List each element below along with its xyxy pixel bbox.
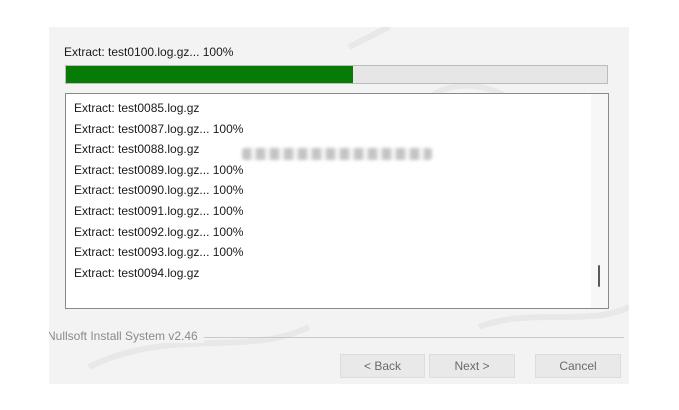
log-line: Extract: test0085.log.gz	[74, 101, 200, 115]
log-line: Extract: test0089.log.gz... 100%	[74, 162, 244, 177]
log-line: Extract: test0094.log.gz	[74, 265, 200, 280]
installer-window: mlengineer Extract: test0100.log.gz... 1…	[49, 27, 629, 384]
redacted-overlay	[242, 148, 432, 160]
back-button[interactable]: < Back	[340, 354, 425, 378]
log-line: Extract: test0092.log.gz... 100%	[74, 224, 244, 239]
current-status-text: Extract: test0100.log.gz... 100%	[64, 45, 234, 59]
scrollbar-thumb[interactable]	[598, 265, 600, 287]
extraction-progress-bar	[65, 65, 608, 84]
log-line: Extract: test0087.log.gz... 100%	[74, 121, 244, 136]
next-button[interactable]: Next >	[429, 354, 515, 378]
cancel-button[interactable]: Cancel	[535, 354, 621, 378]
progress-bar-fill	[66, 66, 353, 83]
log-line: Extract: test0090.log.gz... 100%	[74, 183, 244, 198]
branding-text: Nullsoft Install System v2.46	[49, 329, 204, 343]
details-log-list[interactable]: Extract: test0085.log.gz Extract: test008…	[65, 93, 609, 309]
log-lines: Extract: test0085.log.gz Extract: test008…	[66, 94, 608, 283]
log-scrollbar[interactable]	[591, 94, 608, 308]
log-line: Extract: test0093.log.gz... 100%	[74, 245, 244, 260]
log-line: Extract: test0091.log.gz... 100%	[74, 203, 244, 218]
screenshot-canvas: mlengineer Extract: test0100.log.gz... 1…	[0, 0, 679, 410]
